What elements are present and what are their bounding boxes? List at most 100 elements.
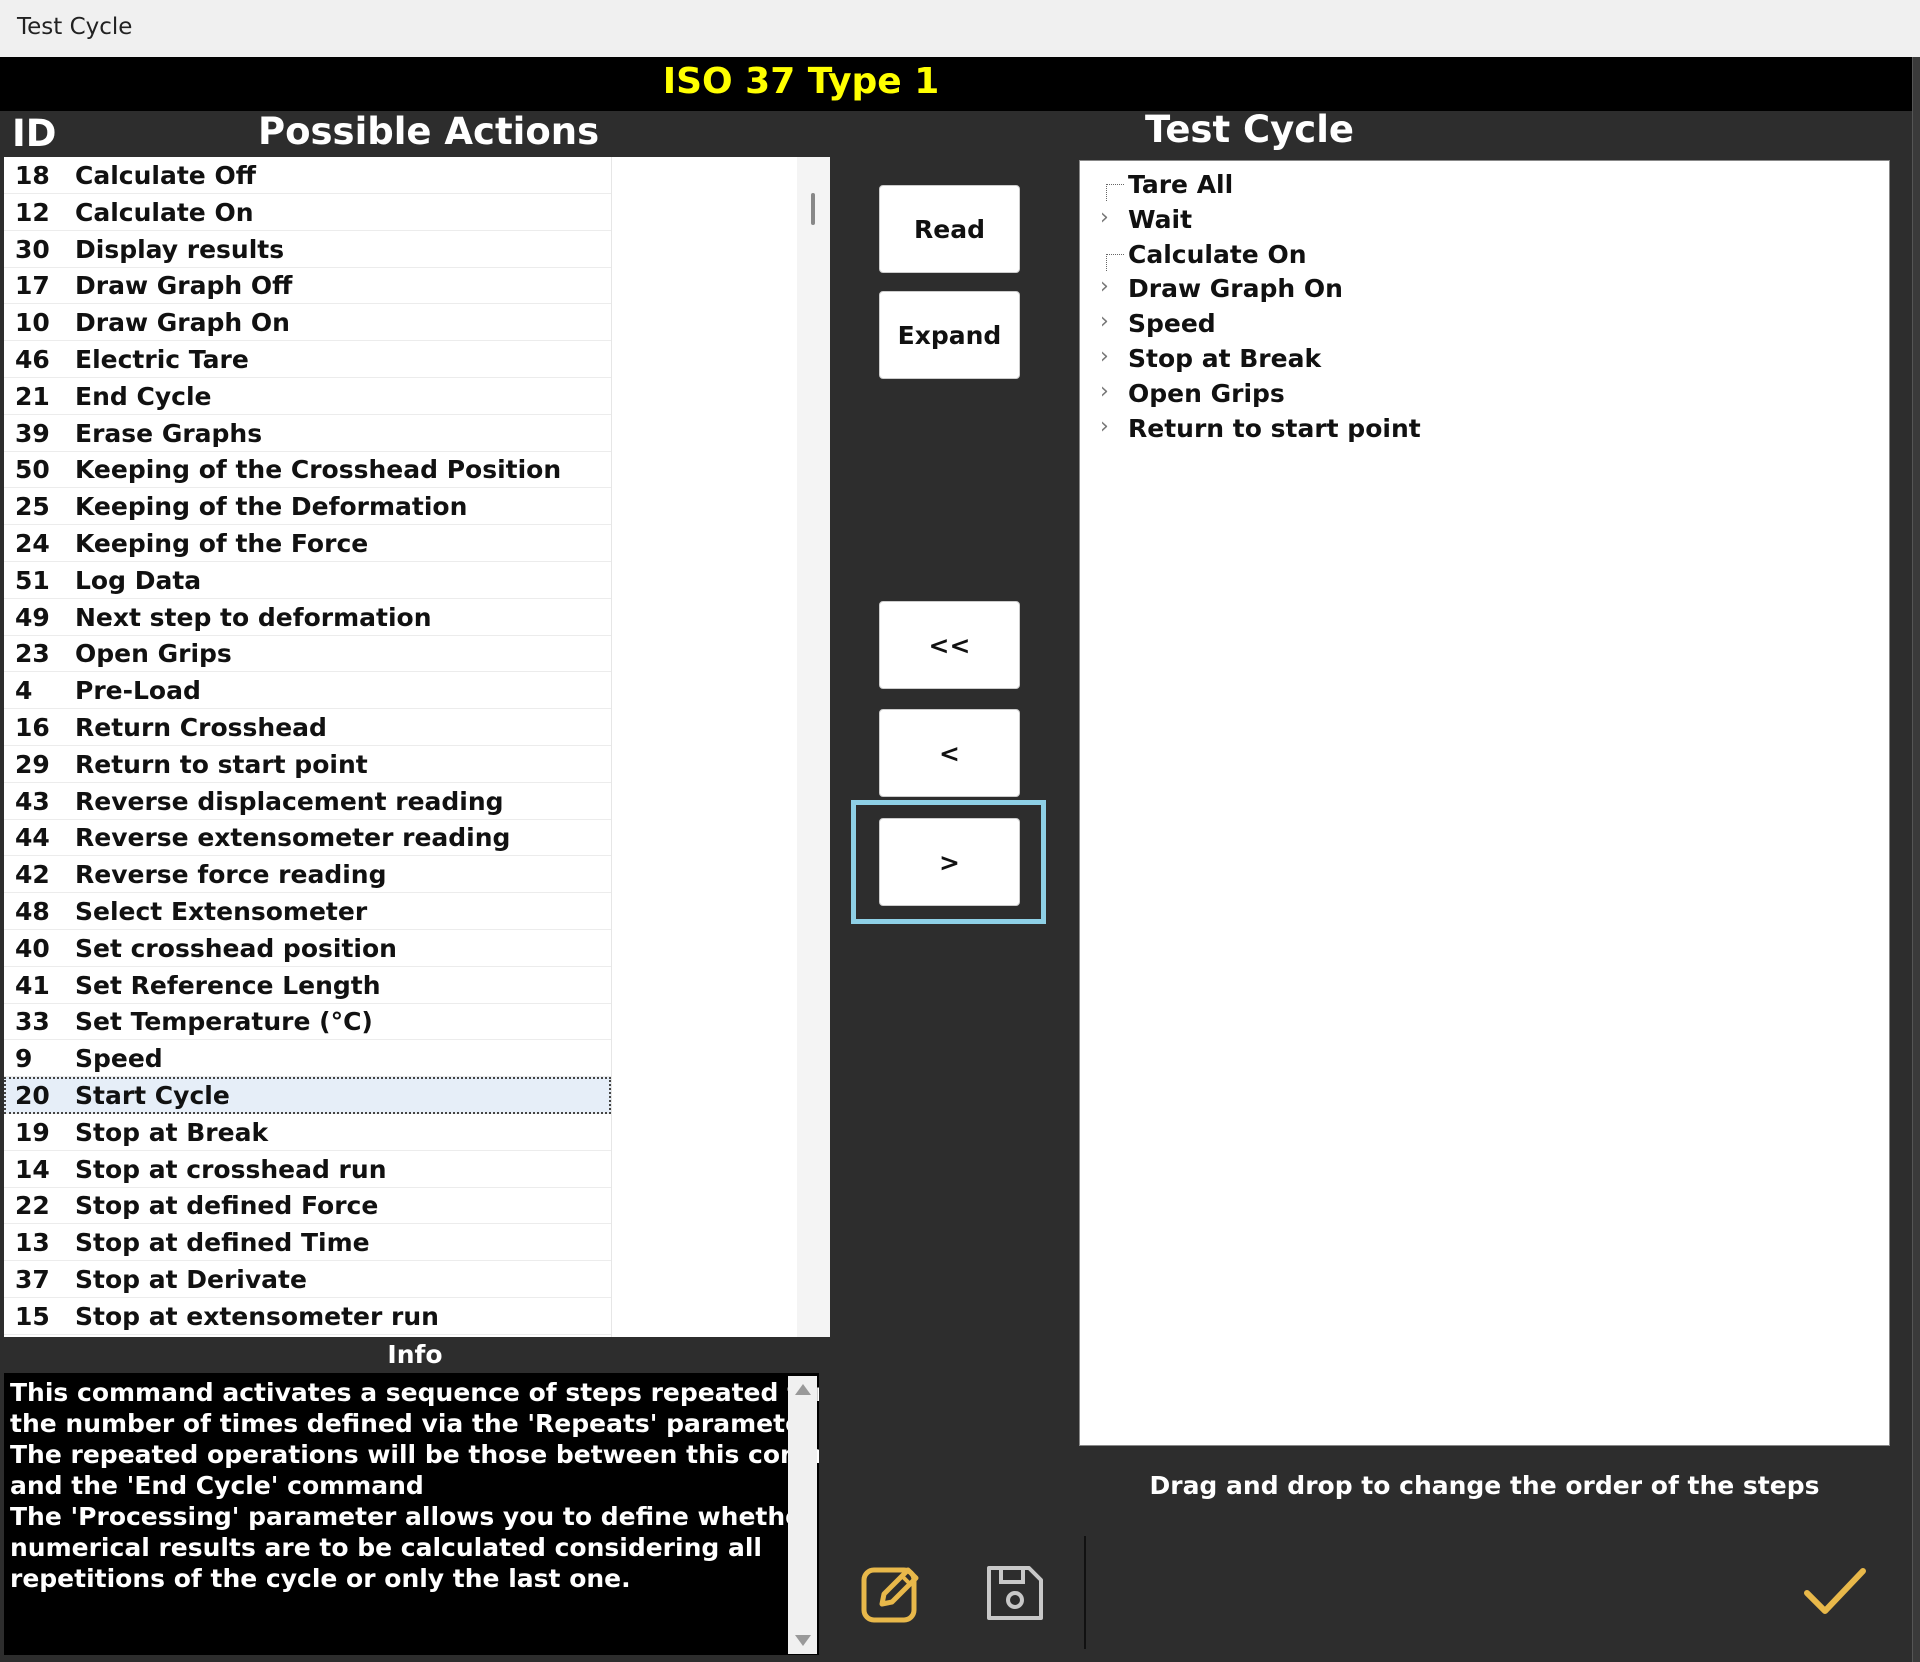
action-row[interactable]: 43 Reverse displacement reading <box>4 783 611 820</box>
action-id: 30 <box>15 234 50 264</box>
test-cycle-tree[interactable]: Tare All › Wait Calculate On › Draw Graph On ›… <box>1079 160 1890 1446</box>
action-row[interactable]: 42 Reverse force reading <box>4 856 611 894</box>
checkmark-icon[interactable] <box>1803 1565 1867 1617</box>
id-column-header: ID <box>12 112 57 155</box>
action-row[interactable]: 44 Reverse extensometer reading <box>4 819 611 857</box>
action-row[interactable]: 49 Next step to deformation <box>4 599 611 636</box>
action-id: 19 <box>15 1117 50 1147</box>
test-cycle-step[interactable]: › Speed <box>1080 306 1780 340</box>
action-row[interactable]: 10 Draw Graph On <box>4 304 611 342</box>
action-row[interactable]: 23 Open Grips <box>4 635 611 673</box>
expand-chevron-icon[interactable]: › <box>1100 414 1109 439</box>
action-name: Select Extensometer <box>75 897 368 926</box>
action-name: Stop at Derivate <box>75 1265 307 1294</box>
expand-chevron-icon[interactable]: › <box>1100 205 1109 230</box>
action-row[interactable]: 4 Pre-Load <box>4 672 611 710</box>
info-line: and the 'End Cycle' command <box>10 1471 424 1500</box>
action-id: 46 <box>15 345 50 374</box>
info-scrollbar[interactable] <box>788 1376 817 1654</box>
read-button[interactable]: Read <box>879 185 1020 273</box>
action-row[interactable]: 48 Select Extensometer <box>4 893 611 930</box>
tree-connector-vertical <box>1106 253 1107 271</box>
action-name: Return Crosshead <box>75 713 327 742</box>
action-row[interactable]: 16 Return Crosshead <box>4 709 611 746</box>
test-cycle-step[interactable]: › Wait <box>1080 202 1780 236</box>
action-row[interactable]: 51 Log Data <box>4 562 611 599</box>
action-name: Stop at Break <box>75 1117 269 1147</box>
scroll-up-arrow-icon[interactable] <box>795 1384 811 1395</box>
action-row[interactable]: 14 Stop at crosshead run <box>4 1151 611 1188</box>
action-name: Set crosshead position <box>75 933 397 963</box>
action-name: Log Data <box>75 565 202 595</box>
action-id: 18 <box>15 161 50 190</box>
test-cycle-step[interactable]: Tare All <box>1080 167 1780 201</box>
action-row[interactable]: 41 Set Reference Length <box>4 967 611 1004</box>
test-cycle-step[interactable]: › Stop at Break <box>1080 341 1780 375</box>
test-cycle-step[interactable]: › Draw Graph On <box>1080 271 1780 305</box>
test-cycle-step-label: Stop at Break <box>1128 344 1322 373</box>
actions-list-scrollbar-thumb[interactable] <box>811 193 815 225</box>
action-row[interactable]: 30 Display results <box>4 231 611 268</box>
test-cycle-step-label: Calculate On <box>1128 239 1307 269</box>
action-row[interactable]: 17 Draw Graph Off <box>4 267 611 305</box>
action-row[interactable]: 12 Calculate On <box>4 194 611 231</box>
action-name: Stop at defined Time <box>75 1228 370 1258</box>
action-row[interactable]: 50 Keeping of the Crosshead Position <box>4 451 611 489</box>
test-cycle-step[interactable]: › Return to start point <box>1080 411 1780 445</box>
action-name: Stop at defined Force <box>75 1191 379 1221</box>
scroll-down-arrow-icon[interactable] <box>795 1635 811 1646</box>
action-row[interactable]: 40 Set crosshead position <box>4 930 611 967</box>
action-id: 33 <box>15 1007 50 1037</box>
action-id: 9 <box>15 1044 33 1074</box>
info-line: the number of times defined via the 'Rep… <box>10 1409 815 1438</box>
action-row[interactable]: 21 End Cycle <box>4 378 611 415</box>
info-line: This command activates a sequence of ste… <box>10 1378 819 1407</box>
method-title: ISO 37 Type 1 <box>662 61 940 102</box>
action-name: Next step to deformation <box>75 602 432 632</box>
possible-actions-list[interactable]: 18 Calculate Off 12 Calculate On 30 Display r… <box>4 157 830 1337</box>
test-cycle-title: Test Cycle <box>1145 108 1354 151</box>
expand-chevron-icon[interactable]: › <box>1100 309 1109 334</box>
action-name: Display results <box>75 234 285 264</box>
save-icon[interactable] <box>983 1560 1047 1624</box>
action-id: 49 <box>15 602 50 632</box>
action-name: Set Temperature (°C) <box>75 1007 373 1037</box>
action-row[interactable]: 39 Erase Graphs <box>4 415 611 452</box>
test-cycle-step-label: Open Grips <box>1128 378 1285 408</box>
action-id: 41 <box>15 970 50 1000</box>
action-row[interactable]: 33 Set Temperature (°C) <box>4 1003 611 1041</box>
action-row[interactable]: 20 Start Cycle <box>4 1077 611 1114</box>
action-row[interactable]: 22 Stop at defined Force <box>4 1187 611 1225</box>
action-row[interactable]: 25 Keeping of the Deformation <box>4 488 611 526</box>
action-name: Start Cycle <box>75 1081 230 1110</box>
actions-list-scrollbar[interactable] <box>797 157 830 1337</box>
expand-chevron-icon[interactable]: › <box>1100 344 1109 369</box>
action-row[interactable]: 13 Stop at defined Time <box>4 1224 611 1262</box>
test-cycle-step-label: Return to start point <box>1128 413 1421 443</box>
action-row[interactable]: 18 Calculate Off <box>4 157 611 194</box>
edit-icon[interactable] <box>860 1560 924 1624</box>
remove-step-button[interactable]: < <box>879 709 1020 797</box>
action-row[interactable]: 24 Keeping of the Force <box>4 525 611 562</box>
action-id: 25 <box>15 492 50 522</box>
action-row[interactable]: 19 Stop at Break <box>4 1114 611 1151</box>
expand-chevron-icon[interactable]: › <box>1100 274 1109 299</box>
action-name: Keeping of the Force <box>75 529 369 558</box>
info-label: Info <box>387 1340 443 1369</box>
expand-button[interactable]: Expand <box>879 291 1020 379</box>
action-row[interactable]: 15 Stop at extensometer run <box>4 1298 611 1335</box>
action-name: Pre-Load <box>75 676 201 706</box>
test-cycle-step-label: Tare All <box>1128 170 1234 199</box>
action-id: 42 <box>15 860 50 890</box>
test-cycle-step[interactable]: Calculate On <box>1080 237 1780 271</box>
action-row[interactable]: 37 Stop at Derivate <box>4 1261 611 1298</box>
remove-all-button[interactable]: << <box>879 601 1020 689</box>
action-name: Speed <box>75 1044 163 1074</box>
expand-chevron-icon[interactable]: › <box>1100 379 1109 404</box>
add-step-button[interactable]: > <box>879 818 1020 906</box>
action-row[interactable]: 46 Electric Tare <box>4 341 611 378</box>
test-cycle-step[interactable]: › Open Grips <box>1080 376 1780 410</box>
action-row[interactable]: 9 Speed <box>4 1040 611 1078</box>
test-cycle-step-label: Wait <box>1128 204 1193 234</box>
action-row[interactable]: 29 Return to start point <box>4 746 611 783</box>
